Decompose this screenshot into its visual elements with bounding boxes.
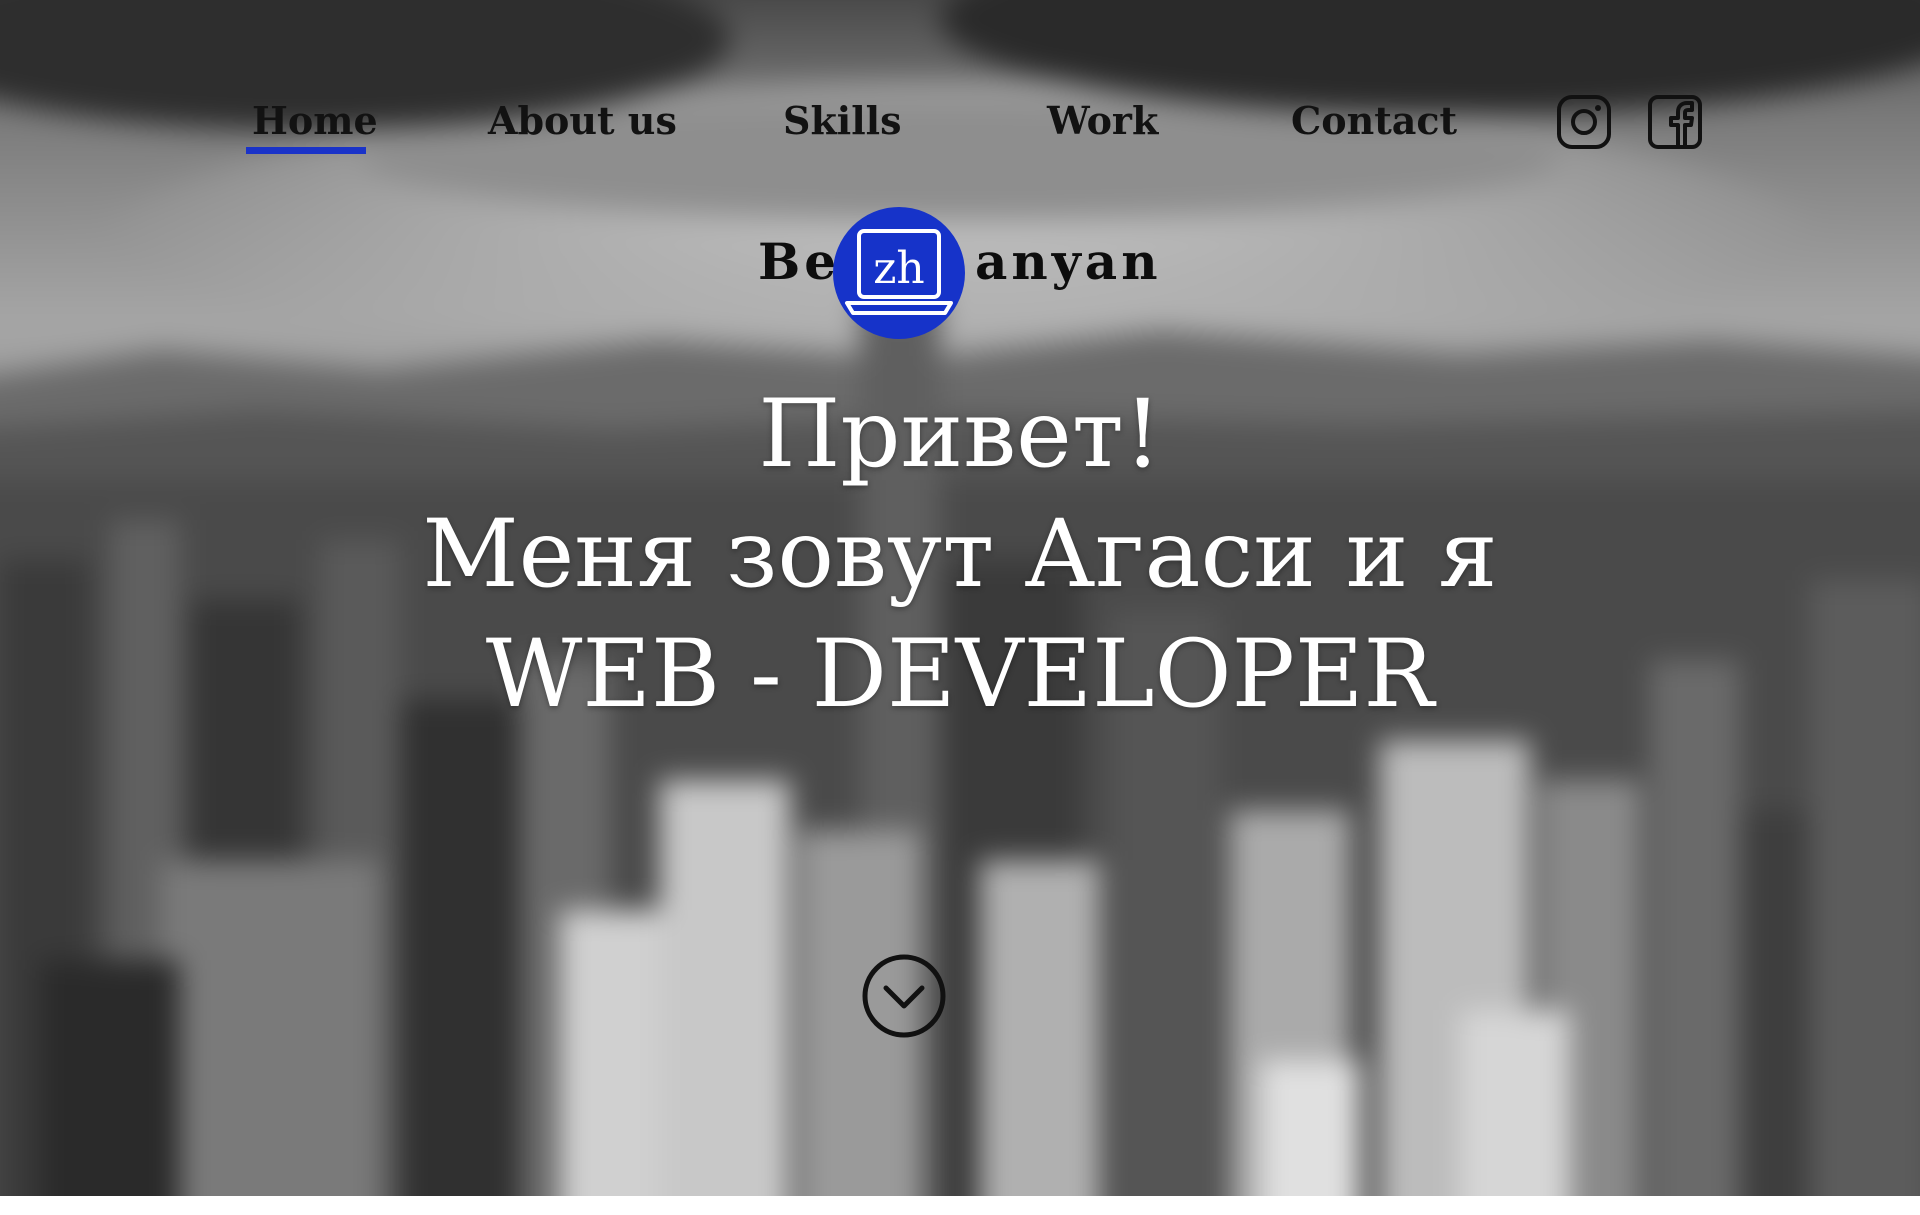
hero-intro: Меня зовут Агаси и я <box>422 500 1498 609</box>
logo-badge-text: zh <box>873 243 925 294</box>
nav-active-indicator <box>246 147 366 154</box>
hero-greeting: Привет! <box>758 380 1162 489</box>
nav-work[interactable]: Work <box>1047 98 1158 143</box>
main-nav: Home About us Skills Work Contact <box>0 0 1920 170</box>
logo-prefix: Be <box>758 232 841 291</box>
logo-suffix: anyan <box>975 232 1162 291</box>
nav-skills[interactable]: Skills <box>783 98 901 143</box>
nav-home[interactable]: Home <box>252 98 378 143</box>
hero-section: Home About us Skills Work Contact Be zh … <box>0 0 1920 1196</box>
nav-contact[interactable]: Contact <box>1291 98 1457 143</box>
nav-about-us[interactable]: About us <box>488 98 677 143</box>
hero-title: WEB - DEVELOPER <box>485 620 1435 729</box>
facebook-icon[interactable] <box>1647 94 1703 150</box>
chevron-down-circle-icon[interactable] <box>860 952 948 1040</box>
instagram-icon[interactable] <box>1556 94 1612 150</box>
logo-badge[interactable]: zh <box>833 207 965 339</box>
laptop-icon: zh <box>845 229 953 315</box>
